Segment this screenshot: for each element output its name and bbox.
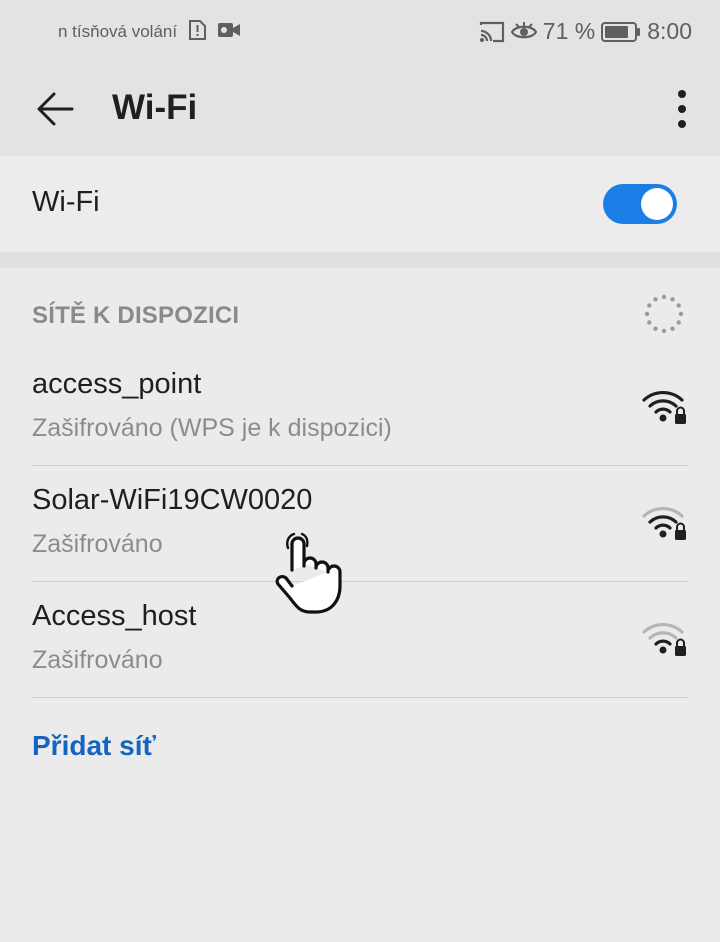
app-bar: Wi-Fi [0, 62, 720, 156]
alert-sim-icon [188, 20, 206, 45]
wifi-lock-medium-icon [642, 502, 688, 542]
wifi-lock-strong-icon [642, 386, 688, 426]
battery-icon [601, 21, 641, 42]
scanning-spinner-icon [644, 294, 684, 334]
carrier-text: n tísňová volání [58, 21, 178, 41]
wifi-toggle-row[interactable]: Wi-Fi [0, 156, 720, 252]
arrow-back-icon [37, 92, 74, 126]
switch-knob [641, 188, 673, 220]
status-left: n tísňová volání [58, 20, 241, 45]
network-name: access_point [32, 368, 202, 400]
page-title: Wi-Fi [112, 88, 198, 127]
section-title: SÍTĚ K DISPOZICI [32, 302, 240, 329]
network-security: Zašifrováno [32, 646, 163, 674]
row-divider [32, 697, 688, 698]
more-options-button[interactable] [670, 84, 694, 134]
network-row[interactable]: Access_host Zašifrováno [0, 582, 720, 698]
add-network-link[interactable]: Přidat síť [32, 730, 156, 762]
network-name: Solar-WiFi19CW0020 [32, 484, 313, 516]
video-icon [217, 21, 241, 44]
network-security: Zašifrováno [32, 530, 163, 558]
network-row[interactable]: access_point Zašifrováno (WPS je k dispo… [0, 350, 720, 466]
network-name: Access_host [32, 600, 197, 632]
status-bar: n tísňová volání 71 % 8:00 [0, 0, 720, 62]
wifi-lock-weak-icon [642, 618, 688, 658]
back-button[interactable] [30, 84, 80, 134]
eye-icon [510, 21, 537, 42]
section-divider [0, 252, 720, 268]
battery-percent: 71 % [542, 18, 596, 44]
network-row[interactable]: Solar-WiFi19CW0020 Zašifrováno [0, 466, 720, 582]
cast-icon [479, 21, 505, 43]
network-security: Zašifrováno (WPS je k dispozici) [32, 414, 392, 442]
wifi-toggle-label: Wi-Fi [32, 186, 100, 218]
wifi-switch[interactable] [603, 184, 677, 224]
clock: 8:00 [647, 18, 692, 44]
status-right: 71 % 8:00 [479, 18, 692, 45]
hand-pointer-icon [266, 530, 346, 616]
available-networks-section: SÍTĚ K DISPOZICI access_point Zašifrován… [0, 268, 720, 942]
more-vert-icon [678, 90, 686, 128]
